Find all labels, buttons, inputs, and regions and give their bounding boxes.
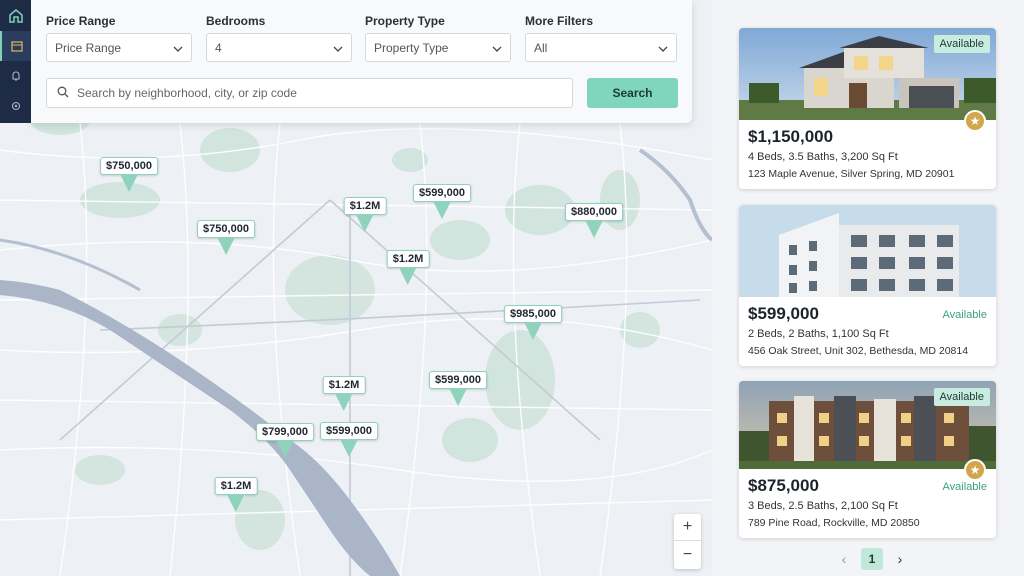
- more-filters-select[interactable]: All: [525, 33, 677, 62]
- listing-card[interactable]: Available ★ $875,000 Available 3 Beds, 2…: [739, 381, 996, 538]
- star-icon[interactable]: ★: [964, 110, 986, 132]
- search-input[interactable]: Search by neighborhood, city, or zip cod…: [46, 78, 573, 108]
- chevron-down-icon: [492, 41, 502, 55]
- bedrooms-filter: Bedrooms 4: [206, 14, 352, 62]
- map-marker[interactable]: $750,000: [100, 157, 158, 192]
- marker-price: $1.2M: [214, 477, 258, 495]
- property-photo: [739, 205, 996, 297]
- map-marker[interactable]: $750,000: [197, 220, 255, 255]
- listing-price: $1,150,000: [748, 127, 834, 146]
- price-range-value: Price Range: [55, 40, 122, 55]
- gear-icon[interactable]: [0, 91, 31, 121]
- search-placeholder: Search by neighborhood, city, or zip cod…: [77, 86, 297, 100]
- pin-icon: [432, 201, 451, 219]
- chevron-down-icon: [173, 41, 183, 55]
- listing-details: 3 Beds, 2.5 Baths, 2,100 Sq Ft: [748, 500, 898, 512]
- more-filters-label: More Filters: [525, 14, 594, 28]
- search-button[interactable]: Search: [587, 78, 678, 108]
- listing-card[interactable]: $599,000 Available 2 Beds, 2 Baths, 1,10…: [739, 205, 996, 366]
- star-icon[interactable]: ★: [964, 459, 986, 481]
- pin-icon: [275, 440, 294, 458]
- listings-panel: Available ★ $1,150,000 4 Beds, 3.5 Baths…: [712, 0, 1024, 576]
- left-rail: [0, 0, 31, 123]
- status-text: Available: [942, 481, 987, 493]
- pin-icon: [226, 494, 245, 512]
- marker-price: $1.2M: [322, 376, 366, 394]
- status-badge: Available: [933, 388, 990, 406]
- marker-price: $1.2M: [343, 197, 387, 215]
- more-filters-filter: More Filters All: [525, 14, 677, 62]
- pin-icon: [355, 214, 374, 232]
- chevron-down-icon: [658, 41, 668, 55]
- listing-details: 2 Beds, 2 Baths, 1,100 Sq Ft: [748, 328, 889, 340]
- map-marker[interactable]: $1.2M: [343, 197, 387, 232]
- map-marker[interactable]: $599,000: [429, 371, 487, 406]
- map-marker[interactable]: $1.2M: [322, 376, 366, 411]
- listing-address: 789 Pine Road, Rockville, MD 20850: [748, 517, 920, 529]
- pin-icon: [216, 237, 235, 255]
- search-icon: [57, 86, 69, 101]
- filter-panel: Price Range Price Range Bedrooms 4 Prope…: [31, 0, 692, 123]
- map-marker[interactable]: $1.2M: [214, 477, 258, 512]
- bell-icon[interactable]: [0, 61, 31, 91]
- pin-icon: [339, 439, 358, 457]
- marker-price: $750,000: [100, 157, 158, 175]
- price-range-filter: Price Range Price Range: [46, 14, 192, 62]
- price-range-label: Price Range: [46, 14, 116, 28]
- map-marker[interactable]: $1.2M: [386, 250, 430, 285]
- property-type-label: Property Type: [365, 14, 445, 28]
- zoom-in-button[interactable]: +: [674, 514, 701, 541]
- listing-address: 456 Oak Street, Unit 302, Bethesda, MD 2…: [748, 345, 969, 357]
- property-photo: Available ★: [739, 28, 996, 132]
- zoom-control: + −: [674, 514, 701, 569]
- map-marker[interactable]: $985,000: [504, 305, 562, 340]
- pin-icon: [448, 388, 467, 406]
- status-text: Available: [942, 309, 987, 321]
- pagination: ‹ 1 ›: [837, 548, 907, 570]
- map-marker[interactable]: $799,000: [256, 423, 314, 458]
- property-type-filter: Property Type Property Type: [365, 14, 511, 62]
- pin-icon: [398, 267, 417, 285]
- property-photo: Available ★: [739, 381, 996, 481]
- listing-address: 123 Maple Avenue, Silver Spring, MD 2090…: [748, 168, 955, 180]
- property-type-value: Property Type: [374, 40, 449, 55]
- marker-price: $599,000: [429, 371, 487, 389]
- next-page-button[interactable]: ›: [893, 551, 907, 567]
- pin-icon: [119, 174, 138, 192]
- page-number-current[interactable]: 1: [861, 548, 883, 570]
- listing-details: 4 Beds, 3.5 Baths, 3,200 Sq Ft: [748, 151, 898, 163]
- marker-price: $1.2M: [386, 250, 430, 268]
- home-logo-icon[interactable]: [0, 0, 31, 31]
- marker-price: $985,000: [504, 305, 562, 323]
- prev-page-button[interactable]: ‹: [837, 551, 851, 567]
- property-type-select[interactable]: Property Type: [365, 33, 511, 62]
- marker-price: $880,000: [565, 203, 623, 221]
- zoom-out-button[interactable]: −: [674, 541, 701, 568]
- map-marker[interactable]: $599,000: [320, 422, 378, 457]
- marker-price: $799,000: [256, 423, 314, 441]
- map-marker[interactable]: $880,000: [565, 203, 623, 238]
- chevron-down-icon: [333, 41, 343, 55]
- map-marker[interactable]: $599,000: [413, 184, 471, 219]
- calendar-icon[interactable]: [0, 31, 31, 61]
- status-badge: Available: [933, 35, 990, 53]
- bedrooms-label: Bedrooms: [206, 14, 266, 28]
- pin-icon: [584, 220, 603, 238]
- marker-price: $599,000: [320, 422, 378, 440]
- price-range-select[interactable]: Price Range: [46, 33, 192, 62]
- bedrooms-select[interactable]: 4: [206, 33, 352, 62]
- pin-icon: [523, 322, 542, 340]
- pin-icon: [334, 393, 353, 411]
- listing-card[interactable]: Available ★ $1,150,000 4 Beds, 3.5 Baths…: [739, 28, 996, 189]
- more-filters-value: All: [534, 40, 548, 55]
- marker-price: $750,000: [197, 220, 255, 238]
- bedrooms-value: 4: [215, 40, 222, 55]
- marker-price: $599,000: [413, 184, 471, 202]
